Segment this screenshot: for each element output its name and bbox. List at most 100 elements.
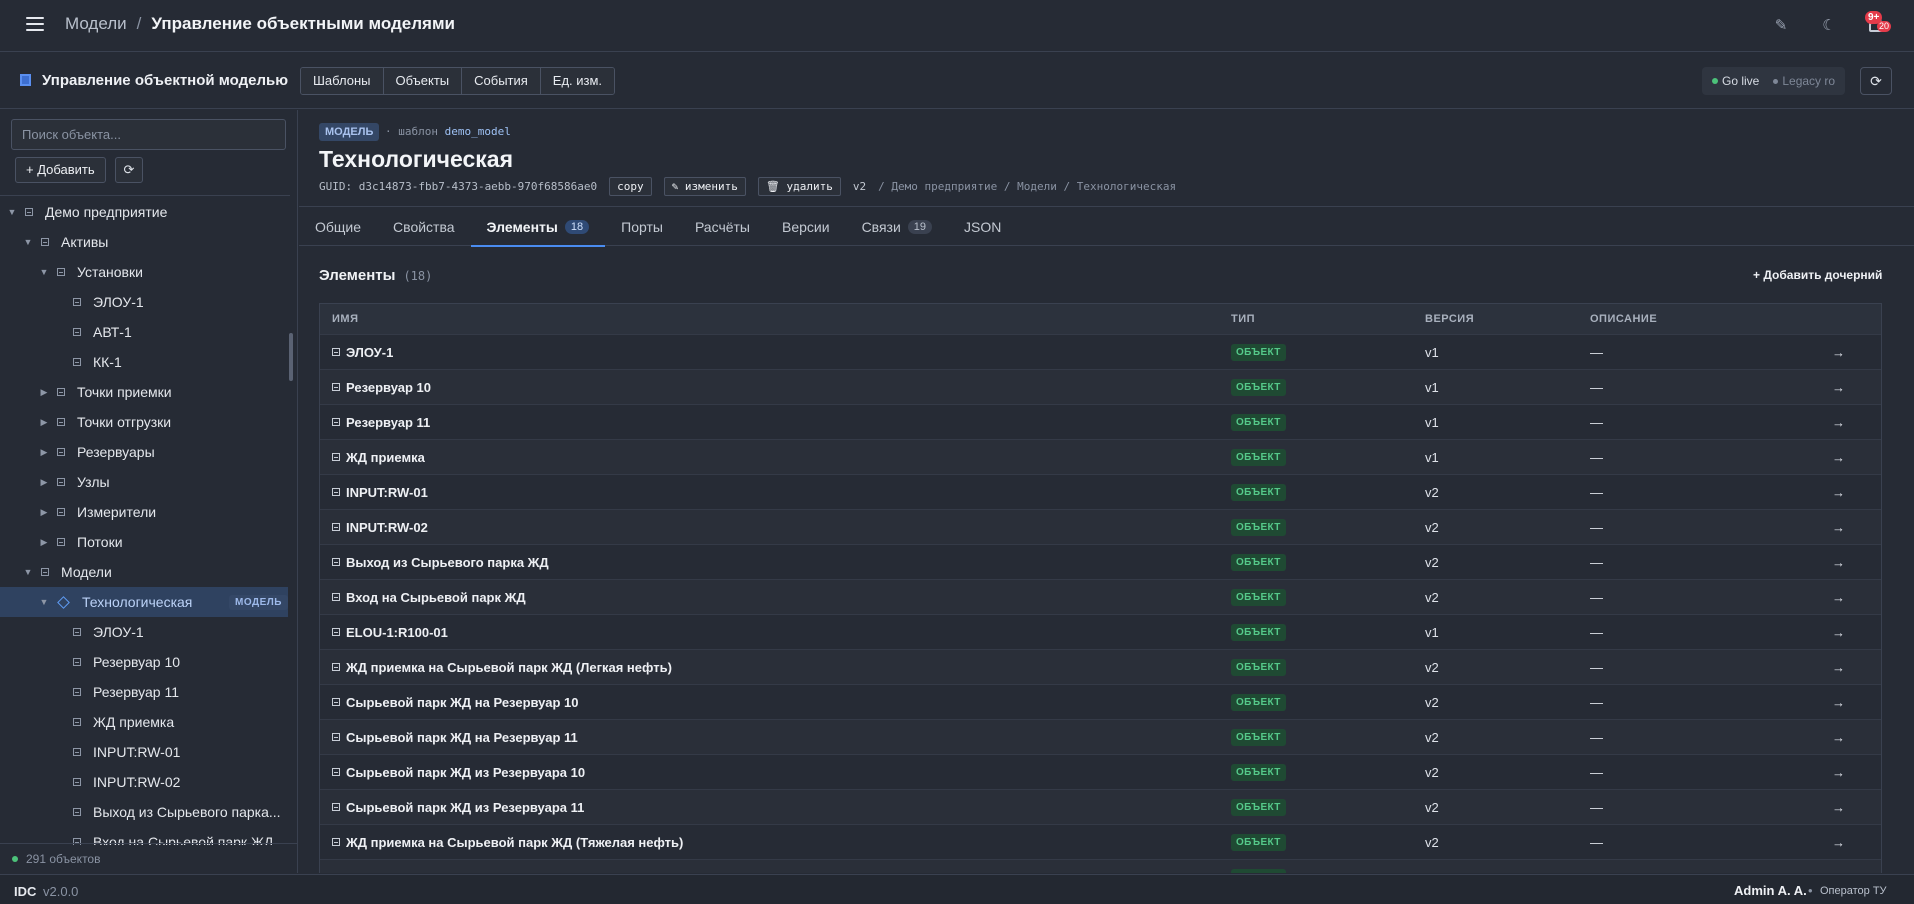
element-name[interactable]: INPUT:RW-02 [346,520,428,535]
bell-icon[interactable]: 9+ 20 [1865,11,1892,36]
tab-6[interactable]: Связи 19 [846,207,948,246]
caret-down-icon[interactable]: ▼ [39,597,49,607]
element-name[interactable]: Сырьевой парк ЖД из Резервуара 11 [346,800,584,815]
element-name[interactable]: Сырьевой парк ЖД из Резервуара 10 [346,765,585,780]
table-row[interactable]: Выход из Сырьевого парка ЖД ОБЪЕКТ v2 — → [320,544,1881,579]
tree-item[interactable]: ▶ Точки приемки [0,377,288,407]
tab-7[interactable]: JSON [948,207,1017,246]
element-name[interactable]: Сырьевой парк ЖД на Резервуар 11 [346,730,578,745]
user-name[interactable]: Admin A. A. [1734,883,1807,898]
table-row[interactable]: ELOU-1:R100-01 ОБЪЕКТ v1 — → [320,614,1881,649]
add-object-button[interactable]: + Добавить [15,157,106,183]
arrow-right-icon[interactable]: → [1830,835,1881,850]
arrow-right-icon[interactable]: → [1830,485,1881,500]
table-row[interactable]: Резервуар 10 ОБЪЕКТ v1 — → [320,369,1881,404]
tree-item[interactable]: ▶ Резервуары [0,437,288,467]
element-name[interactable]: Вход на Сырьевой парк ЖД [346,590,526,605]
table-row[interactable]: ЖД приемка ОБЪЕКТ v1 — → [320,439,1881,474]
tree-item[interactable]: ▶ Потоки [0,527,288,557]
element-name[interactable]: ЖД приемка [346,450,425,465]
arrow-right-icon[interactable]: → [1830,625,1881,640]
col-name[interactable]: ИМЯ [320,313,1231,325]
arrow-right-icon[interactable]: → [1830,415,1881,430]
search-input[interactable] [11,119,286,150]
element-name[interactable]: ЭЛОУ-1 [346,345,393,360]
caret-right-icon[interactable]: ▶ [39,477,49,488]
element-name[interactable]: Выход из Сырьевого парка ЖД [346,555,549,570]
nav-templates-button[interactable]: Шаблоны [301,68,384,94]
element-name[interactable]: ELOU-1:R100-01 [346,625,448,640]
element-name[interactable]: INPUT:RW-01 [346,485,428,500]
tree-scrollbar[interactable] [289,333,293,381]
element-name[interactable]: Резервуар 11 [346,415,430,430]
arrow-right-icon[interactable]: → [1830,380,1881,395]
add-child-button[interactable]: + Добавить дочерний [1753,268,1882,282]
delete-button[interactable]: 🗑 удалить [757,177,841,196]
table-row[interactable]: INPUT:RW-02 ОБЪЕКТ v2 — → [320,509,1881,544]
tree-item[interactable]: Выход из Сырьевого парка... [0,797,288,827]
arrow-right-icon[interactable]: → [1830,590,1881,605]
arrow-right-icon[interactable]: → [1830,450,1881,465]
caret-right-icon[interactable]: ▶ [39,507,49,518]
caret-down-icon[interactable]: ▼ [23,237,33,247]
caret-down-icon[interactable]: ▼ [23,567,33,577]
tree-item[interactable]: ▼ Технологическая МОДЕЛЬ [0,587,288,617]
legacy-toggle[interactable]: Legacy ro [1773,74,1835,88]
col-type[interactable]: ТИП [1231,313,1425,325]
tree-item[interactable]: ЭЛОУ-1 [0,287,288,317]
tree-item[interactable]: ▼ Модели [0,557,288,587]
table-row[interactable]: ОБЪЕКТ [320,859,1881,873]
tree-item[interactable]: КК-1 [0,347,288,377]
tab-3[interactable]: Порты [605,207,679,246]
table-row[interactable]: ЖД приемка на Сырьевой парк ЖД (Легкая н… [320,649,1881,684]
tab-0[interactable]: Общие [299,207,377,246]
arrow-right-icon[interactable]: → [1830,695,1881,710]
col-description[interactable]: ОПИСАНИЕ [1590,313,1830,325]
tree-refresh-icon[interactable]: ⟳ [115,157,143,183]
tab-2[interactable]: Элементы 18 [470,207,606,247]
tree-item[interactable]: Резервуар 10 [0,647,288,677]
element-name[interactable]: ЖД приемка на Сырьевой парк ЖД (Тяжелая … [346,835,683,850]
table-row[interactable]: Сырьевой парк ЖД на Резервуар 10 ОБЪЕКТ v2… [320,684,1881,719]
menu-icon[interactable] [26,17,44,31]
tree-item[interactable]: ▶ Измерители [0,497,288,527]
breadcrumb-root[interactable]: Модели [65,14,127,34]
caret-down-icon[interactable]: ▼ [7,207,17,217]
table-row[interactable]: Сырьевой парк ЖД на Резервуар 11 ОБЪЕКТ v2… [320,719,1881,754]
table-row[interactable]: ЭЛОУ-1 ОБЪЕКТ v1 — → [320,334,1881,369]
nav-events-button[interactable]: События [462,68,541,94]
tree-item[interactable]: ▼ Демо предприятие [0,197,288,227]
table-row[interactable]: Вход на Сырьевой парк ЖД ОБЪЕКТ v2 — → [320,579,1881,614]
tree-item[interactable]: ЖД приемка [0,707,288,737]
table-row[interactable]: ЖД приемка на Сырьевой парк ЖД (Тяжелая … [320,824,1881,859]
caret-right-icon[interactable]: ▶ [39,417,49,428]
template-link[interactable]: demo_model [445,125,511,138]
copy-guid-button[interactable]: copy [609,177,652,196]
caret-right-icon[interactable]: ▶ [39,387,49,398]
tree-item[interactable]: INPUT:RW-02 [0,767,288,797]
nav-objects-button[interactable]: Объекты [383,68,463,94]
tree-item[interactable]: ▶ Узлы [0,467,288,497]
caret-right-icon[interactable]: ▶ [39,447,49,458]
table-row[interactable]: INPUT:RW-01 ОБЪЕКТ v2 — → [320,474,1881,509]
arrow-right-icon[interactable]: → [1830,800,1881,815]
arrow-right-icon[interactable]: → [1830,345,1881,360]
tab-4[interactable]: Расчёты [679,207,766,246]
edit-button[interactable]: ✎ изменить [663,177,746,196]
tab-1[interactable]: Свойства [377,207,470,246]
tree-item[interactable]: ▶ Точки отгрузки [0,407,288,437]
caret-right-icon[interactable]: ▶ [39,537,49,548]
table-row[interactable]: Сырьевой парк ЖД из Резервуара 11 ОБЪЕКТ v… [320,789,1881,824]
element-name[interactable]: ЖД приемка на Сырьевой парк ЖД (Легкая н… [346,660,672,675]
element-name[interactable]: Сырьевой парк ЖД на Резервуар 10 [346,695,578,710]
caret-down-icon[interactable]: ▼ [39,267,49,277]
tab-5[interactable]: Версии [766,207,846,246]
nav-units-button[interactable]: Ед. изм. [540,68,615,94]
tree-item[interactable]: INPUT:RW-01 [0,737,288,767]
pen-icon[interactable]: ✎ [1770,14,1792,36]
tree-item[interactable]: Резервуар 11 [0,677,288,707]
table-row[interactable]: Резервуар 11 ОБЪЕКТ v1 — → [320,404,1881,439]
arrow-right-icon[interactable]: → [1830,660,1881,675]
moon-icon[interactable]: ☾ [1818,14,1840,36]
arrow-right-icon[interactable]: → [1830,555,1881,570]
